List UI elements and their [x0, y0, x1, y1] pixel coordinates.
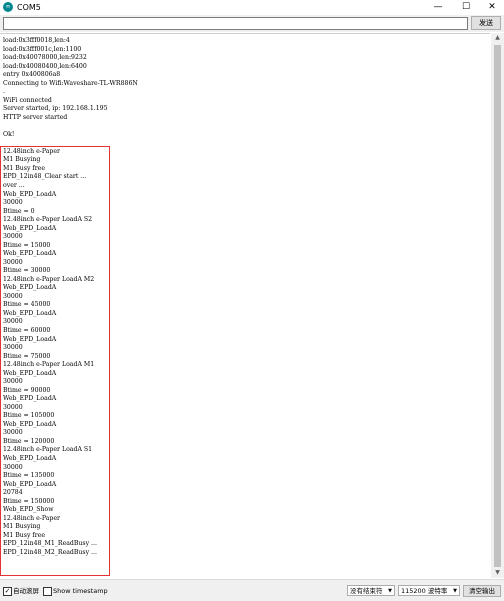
output-line: Btime = 0 — [3, 207, 35, 215]
timestamp-checkbox[interactable] — [43, 587, 52, 596]
scroll-thumb[interactable] — [494, 45, 501, 567]
output-line: Btime = 60000 — [3, 327, 51, 335]
output-line: HTTP server started — [3, 113, 68, 121]
scroll-down-icon[interactable]: ▼ — [491, 568, 504, 578]
output-line: 30000 — [3, 429, 23, 437]
send-button[interactable]: 发送 — [471, 16, 501, 30]
output-line: Web_EPD_LoadA — [3, 454, 57, 462]
line-ending-value: 没有结束符 — [350, 587, 383, 595]
output-line: EPD_12in48_Clear start ... — [3, 173, 87, 181]
output-line: Btime = 150000 — [3, 497, 55, 505]
output-line: M1 Busying — [3, 523, 41, 531]
clear-output-button[interactable]: 清空输出 — [463, 585, 501, 597]
title-bar: ∞ COM5 — ☐ ✕ — [0, 0, 504, 15]
output-line: 30000 — [3, 403, 23, 411]
baud-rate-value: 115200 波特率 — [401, 587, 448, 595]
output-line: load:0x3fff0018,len:4 — [3, 37, 70, 44]
output-line: . — [3, 88, 5, 96]
output-line: 12.48inch e-Paper — [3, 514, 61, 522]
baud-rate-select[interactable]: 115200 波特率 ▼ — [398, 585, 460, 596]
output-line: 30000 — [3, 344, 23, 352]
output-line: 30000 — [3, 292, 23, 300]
output-line: 20784 — [3, 489, 23, 497]
output-line: 12.48inch e-Paper LoadA M1 — [3, 361, 95, 369]
timestamp-label: Show timestamp — [53, 587, 108, 595]
output-line: 12.48inch e-Paper LoadA S2 — [3, 216, 93, 224]
output-line: Btime = 45000 — [3, 301, 51, 309]
minimize-button[interactable]: — — [424, 0, 452, 15]
output-line: Server started, ip: 192.168.1.195 — [3, 105, 108, 113]
serial-send-input[interactable] — [3, 17, 468, 30]
output-line: Btime = 30000 — [3, 267, 51, 275]
output-line: Web_EPD_LoadA — [3, 369, 57, 377]
output-line: Btime = 15000 — [3, 241, 51, 249]
output-line: Web_EPD_LoadA — [3, 335, 57, 343]
scroll-up-icon[interactable]: ▲ — [491, 33, 504, 43]
output-line: Web_EPD_LoadA — [3, 250, 57, 258]
output-line: Btime = 135000 — [3, 472, 55, 480]
output-line: Btime = 120000 — [3, 437, 55, 445]
chevron-down-icon: ▼ — [453, 588, 457, 594]
output-line: Web_EPD_Show — [3, 506, 54, 514]
output-line: Btime = 105000 — [3, 412, 55, 420]
output-line: M1 Busying — [3, 156, 41, 164]
window-title: COM5 — [17, 3, 41, 12]
output-line: WiFi connected — [3, 96, 52, 104]
autoscroll-checkbox[interactable]: ✓ — [3, 587, 12, 596]
output-line: Web_EPD_LoadA — [3, 224, 57, 232]
autoscroll-label: 自动滚屏 — [13, 587, 39, 595]
output-line: Web_EPD_LoadA — [3, 480, 57, 488]
output-line: load:0x40078000,len:9232 — [3, 54, 87, 62]
output-line: 30000 — [3, 233, 23, 241]
output-line: EPD_12in48_M2_ReadBusy ... — [3, 548, 97, 556]
output-line: 30000 — [3, 463, 23, 471]
output-line: Ok! — [3, 130, 15, 138]
output-line: 30000 — [3, 258, 23, 266]
serial-output: load:0x3fff0018,len:4 load:0x3fff001c,len… — [0, 33, 490, 579]
output-line: Connecting to Wifi:Waveshare-TL-WR886N — [3, 79, 138, 87]
output-line: 30000 — [3, 199, 23, 207]
arduino-logo-icon: ∞ — [3, 2, 13, 12]
output-line: 12.48inch e-Paper LoadA S1 — [3, 446, 93, 454]
output-line: 12.48inch e-Paper LoadA M2 — [3, 275, 95, 283]
output-line: Btime = 75000 — [3, 352, 51, 360]
maximize-button[interactable]: ☐ — [452, 0, 480, 15]
output-line: Web_EPD_LoadA — [3, 309, 57, 317]
send-row: 发送 — [0, 15, 504, 32]
output-line: Web_EPD_LoadA — [3, 395, 57, 403]
output-line: 12.48inch e-Paper — [3, 147, 61, 155]
bottom-toolbar: ✓ 自动滚屏 Show timestamp 没有结束符 ▼ 115200 波特率… — [0, 579, 504, 601]
output-line: Web_EPD_LoadA — [3, 284, 57, 292]
output-line: Web_EPD_LoadA — [3, 190, 57, 198]
output-line: load:0x40080400,len:6400 — [3, 62, 87, 70]
output-line: 30000 — [3, 318, 23, 326]
output-line: Web_EPD_LoadA — [3, 420, 57, 428]
line-ending-select[interactable]: 没有结束符 ▼ — [347, 585, 395, 596]
chevron-down-icon: ▼ — [388, 588, 392, 594]
output-line: EPD_12in48_M1_ReadBusy ... — [3, 540, 97, 548]
output-line: 30000 — [3, 378, 23, 386]
close-button[interactable]: ✕ — [478, 0, 504, 15]
vertical-scrollbar[interactable]: ▲ ▼ — [491, 33, 504, 578]
output-line: M1 Busy free — [3, 531, 45, 539]
output-line: Btime = 90000 — [3, 386, 51, 394]
output-line: over ... — [3, 182, 25, 189]
output-line: M1 Busy free — [3, 164, 45, 172]
output-line: entry 0x400806a8 — [3, 71, 61, 79]
output-line: load:0x3fff001c,len:1100 — [3, 45, 82, 53]
